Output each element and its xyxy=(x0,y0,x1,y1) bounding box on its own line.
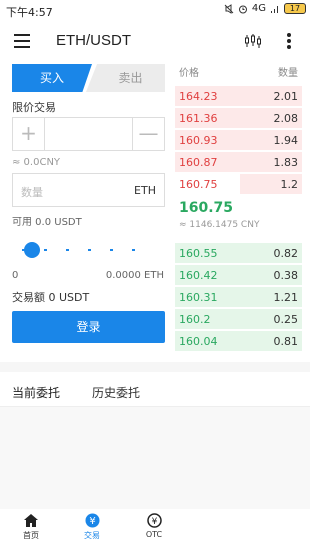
svg-text:¥: ¥ xyxy=(89,516,95,527)
battery-icon: 17 xyxy=(284,3,306,14)
home-icon xyxy=(24,514,38,527)
yen-coin-icon: ¥ xyxy=(85,513,99,528)
qty-column-header: 数量 xyxy=(278,68,298,79)
tab-buy[interactable]: 买入 xyxy=(12,64,92,92)
ask-qty: 1.2 xyxy=(280,178,299,191)
ask-row[interactable]: 161.36 2.08 xyxy=(175,107,302,129)
amount-placeholder: 数量 xyxy=(21,186,43,199)
section-divider xyxy=(0,362,310,372)
more-options-icon[interactable] xyxy=(286,33,292,51)
nav-otc[interactable]: ¥ OTC xyxy=(134,513,174,539)
svg-text:¥: ¥ xyxy=(151,517,157,527)
ask-qty: 1.83 xyxy=(273,156,299,169)
slider-max-label: 0.0000 ETH xyxy=(105,270,164,281)
order-type-selector[interactable]: 限价交易 xyxy=(12,99,56,115)
bottom-nav: 首页 ¥ 交易 ¥ OTC xyxy=(0,509,180,549)
mute-icon xyxy=(224,3,234,14)
slider-track[interactable] xyxy=(22,249,153,251)
ask-row[interactable]: 160.87 1.83 xyxy=(175,151,302,173)
ask-qty: 2.01 xyxy=(273,90,299,103)
amount-field[interactable]: 数量 ETH xyxy=(12,173,165,207)
price-stepper[interactable]: + — xyxy=(12,117,165,151)
bid-row[interactable]: 160.42 0.38 xyxy=(175,264,302,286)
orders-list xyxy=(0,407,310,509)
ask-row[interactable]: 160.93 1.94 xyxy=(175,129,302,151)
price-cny-estimate: ≈ 0.0CNY xyxy=(12,157,61,168)
tab-order-history[interactable]: 历史委托 xyxy=(92,384,140,401)
bid-price: 160.55 xyxy=(179,247,218,260)
bid-row[interactable]: 160.2 0.25 xyxy=(175,308,302,330)
menu-icon[interactable] xyxy=(14,34,30,48)
status-bar: 下午4:57 4G 17 xyxy=(0,0,310,20)
ask-row[interactable]: 164.23 2.01 xyxy=(175,85,302,107)
bid-qty: 0.25 xyxy=(273,313,299,326)
nav-otc-label: OTC xyxy=(145,530,163,539)
ask-qty: 2.08 xyxy=(273,112,299,125)
nav-home[interactable]: 首页 xyxy=(11,513,51,541)
ask-qty: 1.94 xyxy=(273,134,299,147)
bid-price: 160.42 xyxy=(179,269,218,282)
network-label: 4G xyxy=(251,3,266,14)
status-icons: 4G 17 xyxy=(224,3,306,14)
bid-price: 160.31 xyxy=(179,291,218,304)
candlestick-chart-icon[interactable] xyxy=(244,33,262,49)
price-column-header: 价格 xyxy=(179,68,199,79)
ask-row[interactable]: 160.75 1.2 xyxy=(175,173,302,195)
otc-icon: ¥ xyxy=(146,513,162,528)
price-decrease-button[interactable]: — xyxy=(132,118,164,150)
status-time: 下午4:57 xyxy=(6,6,53,19)
bid-qty: 0.38 xyxy=(273,269,299,282)
bid-price: 160.2 xyxy=(179,313,211,326)
order-book-header: 价格 数量 xyxy=(175,64,302,80)
bid-row[interactable]: 160.04 0.81 xyxy=(175,330,302,352)
bid-price: 160.04 xyxy=(179,335,218,348)
alarm-icon xyxy=(238,5,247,13)
ask-price: 160.87 xyxy=(179,156,218,169)
signal-icon xyxy=(271,5,278,13)
amount-unit: ETH xyxy=(134,184,156,197)
bid-qty: 0.82 xyxy=(273,247,299,260)
ask-price: 164.23 xyxy=(179,90,218,103)
last-price-cny: ≈ 1146.1475 CNY xyxy=(179,220,260,230)
ask-price: 160.93 xyxy=(179,134,218,147)
bid-qty: 0.81 xyxy=(273,335,299,348)
price-increase-button[interactable]: + xyxy=(13,118,45,150)
nav-trade-label: 交易 xyxy=(84,531,100,540)
ask-price: 160.75 xyxy=(179,178,218,191)
slider-thumb[interactable] xyxy=(24,242,40,258)
buy-sell-tabs: 买入 卖出 xyxy=(12,64,165,92)
available-balance: 可用 0.0 USDT xyxy=(12,217,82,228)
tab-current-orders[interactable]: 当前委托 xyxy=(12,384,60,401)
top-bar: ETH/USDT xyxy=(0,24,310,60)
slider-min-label: 0 xyxy=(12,270,19,281)
login-button[interactable]: 登录 xyxy=(12,311,165,343)
last-price: 160.75 xyxy=(179,200,234,216)
tab-sell[interactable]: 卖出 xyxy=(86,64,165,92)
amount-slider[interactable] xyxy=(12,240,165,260)
bid-qty: 1.21 xyxy=(273,291,299,304)
bid-row[interactable]: 160.31 1.21 xyxy=(175,286,302,308)
nav-trade[interactable]: ¥ 交易 xyxy=(72,513,112,541)
ask-price: 161.36 xyxy=(179,112,218,125)
trading-pair-title[interactable]: ETH/USDT xyxy=(56,32,131,49)
bid-row[interactable]: 160.55 0.82 xyxy=(175,242,302,264)
nav-home-label: 首页 xyxy=(23,531,39,540)
trade-total: 交易额 0 USDT xyxy=(12,291,90,304)
